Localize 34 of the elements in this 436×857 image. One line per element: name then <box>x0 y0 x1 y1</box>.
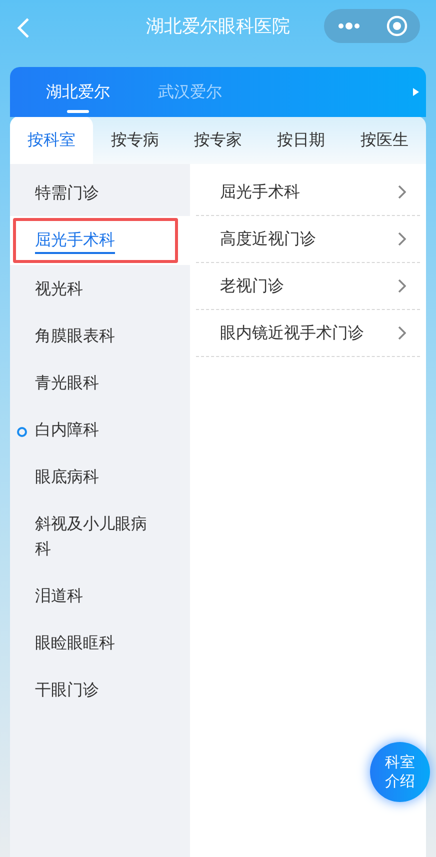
clinic-row[interactable]: 眼内镜近视手术门诊 <box>196 310 420 357</box>
clinic-name: 高度近视门诊 <box>220 228 316 250</box>
category-tab[interactable]: 按专病 <box>93 116 176 164</box>
department-item[interactable]: 青光眼科 <box>35 370 99 395</box>
department-item[interactable]: 眼底病科 <box>35 464 99 489</box>
category-tab[interactable]: 按专家 <box>176 116 260 164</box>
clinic-name: 老视门诊 <box>220 275 284 297</box>
department-item[interactable]: 视光科 <box>35 276 83 301</box>
clinic-name: 眼内镜近视手术门诊 <box>220 322 364 344</box>
clinic-row[interactable]: 老视门诊 <box>196 263 420 310</box>
close-icon[interactable] <box>386 15 408 37</box>
chevron-right-icon <box>398 326 406 340</box>
capsule-menu[interactable] <box>324 9 420 43</box>
department-item[interactable]: 特需门诊 <box>35 180 99 205</box>
department-item[interactable]: 斜视及小儿眼病科 <box>35 511 159 561</box>
hospital-tab[interactable]: 湖北爱尔 <box>46 67 110 117</box>
category-tab[interactable]: 按医生 <box>342 116 426 164</box>
chevron-right-icon <box>398 185 406 199</box>
chevron-right-icon <box>398 279 406 293</box>
more-icon[interactable] <box>336 22 360 30</box>
department-item[interactable]: 白内障科 <box>35 417 99 442</box>
category-tab[interactable]: 按日期 <box>260 116 343 164</box>
department-item[interactable]: 眼睑眼眶科 <box>35 630 115 655</box>
department-item[interactable]: 角膜眼表科 <box>35 323 115 348</box>
page-title: 湖北爱尔眼科医院 <box>146 14 290 38</box>
category-tab[interactable]: 按科室 <box>10 116 94 164</box>
chevron-right-icon <box>398 232 406 246</box>
clinic-row[interactable]: 高度近视门诊 <box>196 216 420 263</box>
back-icon[interactable] <box>16 17 30 39</box>
scroll-right-icon[interactable] <box>412 87 420 97</box>
clinic-row[interactable]: 屈光手术科 <box>196 169 420 216</box>
clinic-name: 屈光手术科 <box>220 181 300 203</box>
department-item[interactable]: 干眼门诊 <box>35 677 99 702</box>
department-item[interactable]: 泪道科 <box>35 583 83 608</box>
